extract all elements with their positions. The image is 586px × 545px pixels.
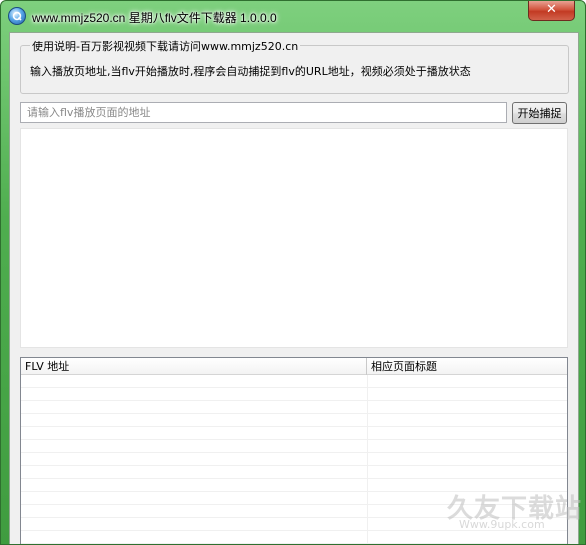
app-window: www.mmjz520.cn 星期八flv文件下载器 1.0.0.0 ✕ 使用说… bbox=[0, 0, 586, 545]
browser-view[interactable] bbox=[20, 128, 568, 348]
start-capture-button[interactable]: 开始捕捉 bbox=[512, 102, 567, 124]
close-button[interactable]: ✕ bbox=[528, 1, 575, 21]
list-row-empty bbox=[21, 375, 567, 388]
list-row-empty bbox=[21, 401, 567, 414]
column-header-page-title[interactable]: 相应页面标题 bbox=[367, 358, 567, 375]
instructions-group: 使用说明-百万影视视频下载请访问www.mmjz520.cn 输入播放页地址,当… bbox=[20, 38, 569, 94]
list-row-empty bbox=[21, 414, 567, 427]
list-row-empty bbox=[21, 440, 567, 453]
instructions-text: 输入播放页地址,当flv开始播放时,程序会自动捕捉到flv的URL地址，视频必须… bbox=[30, 65, 471, 78]
watermark-url: Www.9upk.com bbox=[459, 518, 545, 531]
list-row-empty bbox=[21, 453, 567, 466]
list-row-empty bbox=[21, 388, 567, 401]
title-bar[interactable]: www.mmjz520.cn 星期八flv文件下载器 1.0.0.0 ✕ bbox=[1, 1, 585, 33]
list-row-empty bbox=[21, 466, 567, 479]
column-header-flv-url[interactable]: FLV 地址 bbox=[21, 358, 367, 375]
list-row-empty bbox=[21, 427, 567, 440]
app-logo-icon bbox=[8, 7, 26, 25]
window-title: www.mmjz520.cn 星期八flv文件下载器 1.0.0.0 bbox=[32, 11, 277, 25]
url-input[interactable] bbox=[20, 102, 507, 123]
list-row-empty bbox=[21, 531, 567, 544]
instructions-legend: 使用说明-百万影视视频下载请访问www.mmjz520.cn bbox=[30, 38, 301, 54]
main-panel: 使用说明-百万影视视频下载请访问www.mmjz520.cn 输入播放页地址,当… bbox=[9, 32, 579, 544]
list-header: FLV 地址 相应页面标题 bbox=[21, 358, 567, 375]
